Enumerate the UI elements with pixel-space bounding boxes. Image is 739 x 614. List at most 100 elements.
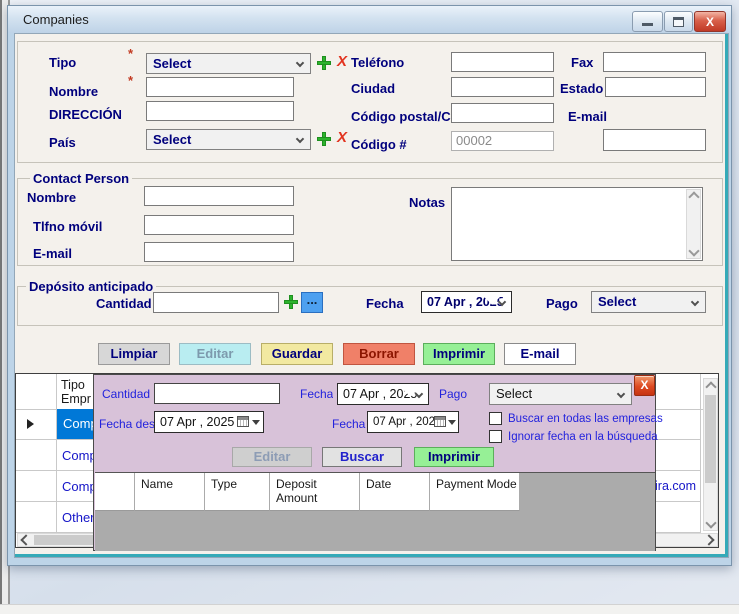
pago-select[interactable]: Select: [591, 291, 706, 313]
table-header-name[interactable]: Name: [135, 473, 205, 511]
popup-editar-button[interactable]: Editar: [232, 447, 312, 467]
ciudad-input[interactable]: [451, 77, 554, 97]
imprimir-button[interactable]: Imprimir: [423, 343, 495, 365]
chevron-down-icon: [617, 390, 625, 398]
add-cantidad-button[interactable]: [284, 295, 298, 309]
calendar-icon: [434, 416, 446, 427]
popup-fecha-desde-label: Fecha desde: [99, 417, 155, 431]
ignore-date-checkbox-label: Ignorar fecha en la búsqueda: [508, 431, 658, 443]
popup-cantidad-label: Cantidad: [102, 387, 150, 401]
grid-column-divider: [700, 374, 701, 533]
scrollbar-thumb[interactable]: [34, 535, 96, 545]
table-header-payment-mode[interactable]: Payment Mode: [430, 473, 520, 511]
cantidad-input[interactable]: [153, 292, 279, 313]
popup-fecha-hasta-datepicker[interactable]: 07 Apr , 2025: [367, 411, 459, 433]
restore-button[interactable]: [664, 11, 693, 32]
popup-fecha-desde-datepicker[interactable]: 07 Apr , 2025: [154, 411, 264, 433]
minimize-button[interactable]: [632, 11, 663, 32]
codigo-postal-label: Código postal/CP: [351, 109, 459, 124]
contact-movil-input[interactable]: [144, 215, 294, 235]
cantidad-label: Cantidad: [96, 296, 152, 311]
direccion-input[interactable]: [146, 101, 294, 121]
pago-label: Pago: [546, 296, 578, 311]
pais-select[interactable]: Select: [146, 129, 311, 150]
estado-label: Estado: [560, 81, 603, 96]
popup-pago-label: Pago: [439, 387, 467, 401]
chevron-down-icon[interactable]: [705, 517, 716, 528]
row-selector-arrow-icon: [27, 419, 34, 429]
titlebar[interactable]: Companies X: [8, 6, 731, 33]
editar-button[interactable]: Editar: [179, 343, 251, 365]
codigo-postal-input[interactable]: [451, 103, 554, 123]
browse-button[interactable]: ...: [301, 292, 323, 313]
contact-movil-label: Tlfno móvil: [33, 219, 102, 234]
codigo-input: 00002: [451, 131, 554, 151]
tipo-label: Tipo: [49, 55, 76, 70]
guardar-button[interactable]: Guardar: [261, 343, 333, 365]
taskbar-strip: [0, 604, 739, 614]
popup-results-table[interactable]: Name Type Deposit Amount Date Payment Mo…: [95, 472, 655, 551]
tipo-select[interactable]: Select: [146, 53, 311, 74]
table-header-type[interactable]: Type: [205, 473, 270, 511]
email-input[interactable]: [603, 129, 706, 151]
chevron-left-icon[interactable]: [20, 534, 31, 545]
chevron-down-icon[interactable]: [688, 245, 699, 256]
contact-email-input[interactable]: [144, 242, 294, 262]
close-button[interactable]: X: [694, 11, 726, 32]
fecha-label: Fecha: [366, 296, 404, 311]
tipo-select-value: Select: [153, 56, 191, 71]
popup-pago-value: Select: [496, 386, 532, 401]
ignore-date-checkbox[interactable]: [489, 430, 502, 443]
delete-tipo-button[interactable]: X: [337, 55, 347, 69]
delete-pais-button[interactable]: X: [337, 131, 347, 145]
table-header-deposit-amount[interactable]: Deposit Amount: [270, 473, 360, 511]
popup-fecha-datepicker[interactable]: 07 Apr , 2025: [337, 383, 429, 405]
fax-input[interactable]: [603, 52, 706, 72]
nombre-label: Nombre: [49, 84, 98, 99]
chevron-down-icon: [691, 298, 699, 306]
estado-input[interactable]: [605, 77, 706, 97]
popup-close-button[interactable]: X: [634, 375, 655, 396]
table-header-date[interactable]: Date: [360, 473, 430, 511]
desktop: Companies X Tipo * Select X Teléfono Fax…: [0, 0, 739, 614]
grid-vertical-scrollbar[interactable]: [703, 378, 718, 531]
notas-scrollbar[interactable]: [686, 189, 701, 259]
ellipsis-icon: ...: [307, 292, 318, 307]
popup-fecha-hasta-label: Fecha hasta: [332, 417, 368, 431]
fecha-datepicker[interactable]: 07 Apr , 2025: [421, 291, 512, 313]
nombre-input[interactable]: [146, 77, 294, 97]
nombre-required-marker: *: [128, 73, 133, 88]
scrollbar-thumb[interactable]: [705, 395, 716, 483]
calendar-icon: [237, 416, 249, 427]
dropdown-arrow-icon: [252, 420, 260, 429]
chevron-up-icon[interactable]: [688, 191, 699, 202]
popup-pago-select[interactable]: Select: [489, 383, 632, 405]
all-companies-checkbox[interactable]: [489, 412, 502, 425]
add-tipo-button[interactable]: [317, 56, 331, 70]
window-title: Companies: [23, 12, 89, 27]
ciudad-label: Ciudad: [351, 81, 395, 96]
popup-imprimir-button[interactable]: Imprimir: [414, 447, 494, 467]
telefono-label: Teléfono: [351, 55, 404, 70]
pais-select-value: Select: [153, 132, 191, 147]
close-icon: X: [640, 378, 648, 392]
popup-buscar-button[interactable]: Buscar: [322, 447, 402, 467]
all-companies-checkbox-label: Buscar en todas las empresas: [508, 413, 663, 425]
chevron-right-icon[interactable]: [703, 534, 714, 545]
popup-cantidad-input[interactable]: [154, 383, 280, 404]
add-pais-button[interactable]: [317, 132, 331, 146]
chevron-up-icon[interactable]: [705, 381, 716, 392]
direccion-label: DIRECCIÓN: [49, 107, 122, 122]
limpiar-button[interactable]: Limpiar: [98, 343, 170, 365]
fax-label: Fax: [571, 55, 593, 70]
borrar-button[interactable]: Borrar: [343, 343, 415, 365]
popup-fecha-hasta-value: 07 Apr , 2025: [373, 416, 441, 428]
codigo-label: Código #: [351, 137, 407, 152]
contact-nombre-input[interactable]: [144, 186, 294, 206]
chevron-down-icon: [296, 59, 304, 67]
telefono-input[interactable]: [451, 52, 554, 72]
notas-textarea[interactable]: [451, 187, 703, 261]
contact-nombre-label: Nombre: [27, 190, 76, 205]
contact-person-title: Contact Person: [30, 171, 132, 186]
email-button[interactable]: E-mail: [504, 343, 576, 365]
